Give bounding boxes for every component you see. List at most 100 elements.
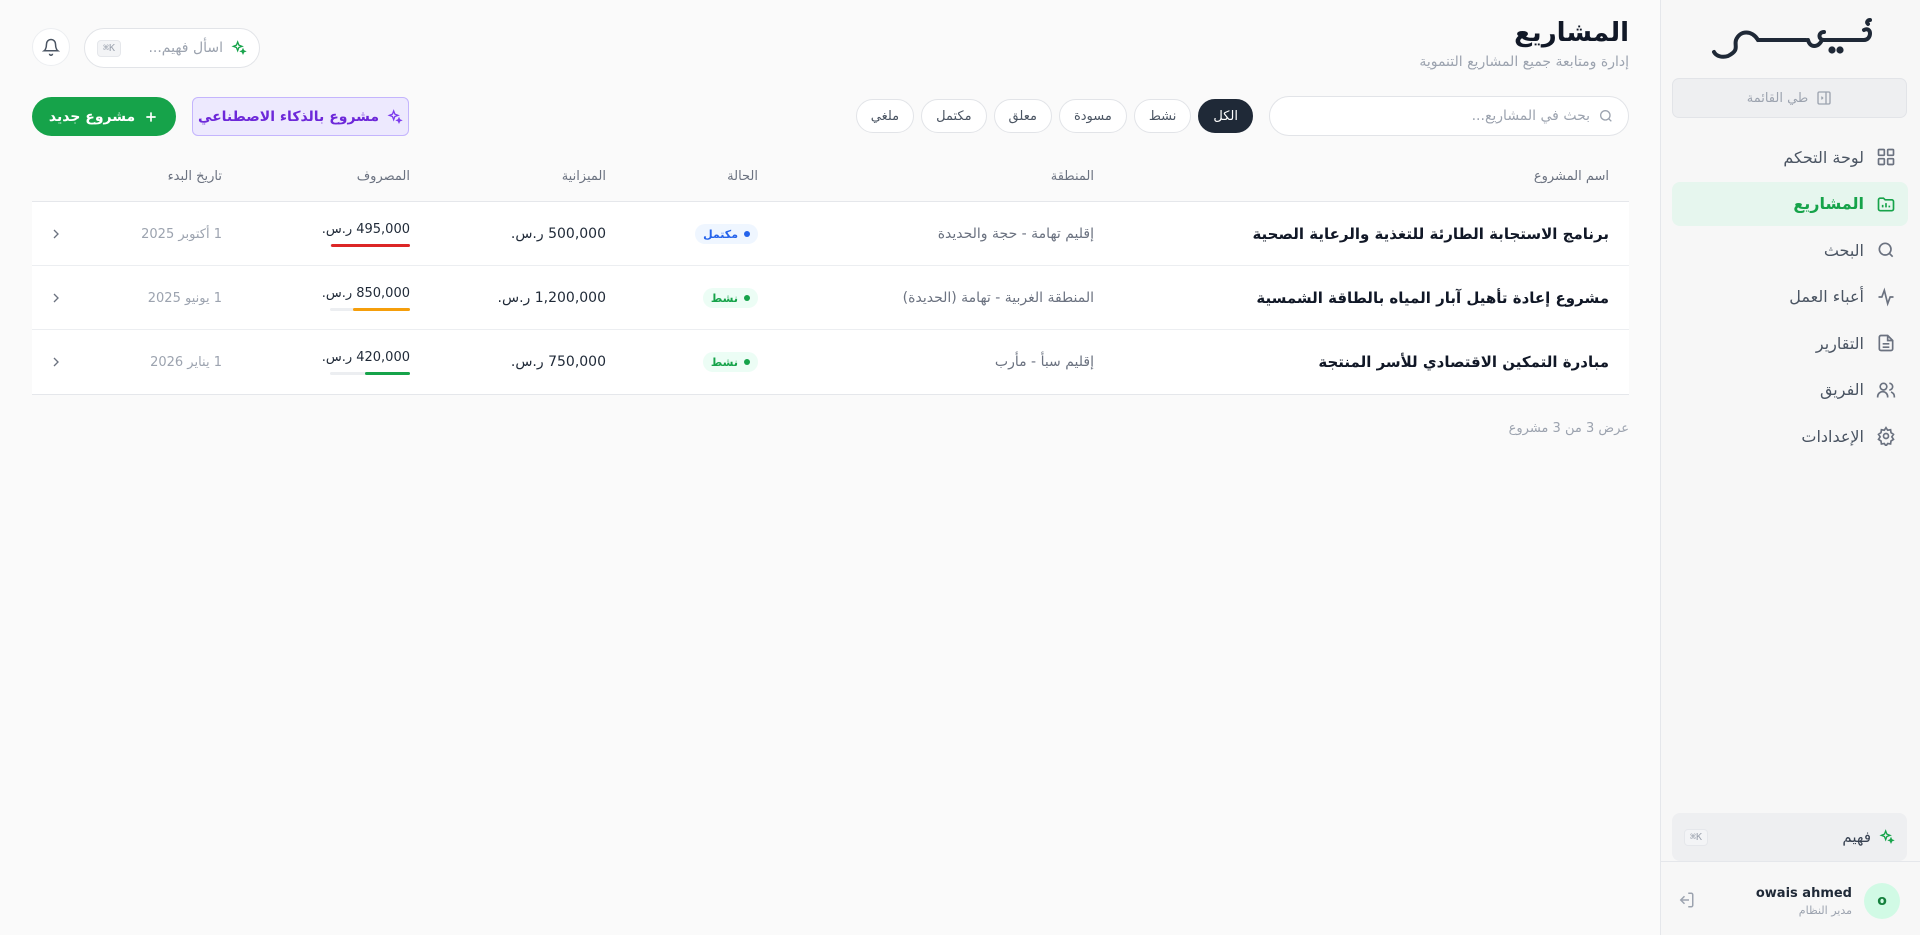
column-header-region[interactable]: المنطقة (1051, 169, 1094, 184)
spent-progress-bar (330, 307, 410, 311)
sidebar-item-label: لوحة التحكم (1783, 147, 1864, 167)
table-header: اسم المشروع المنطقة الحالة الميزانية الم… (32, 156, 1629, 202)
status-dot (744, 295, 750, 301)
sidebar-item-team[interactable]: الفريق (1672, 368, 1908, 412)
project-search-input[interactable] (1284, 108, 1590, 124)
spent-cell: 495,000 ر.س. (322, 202, 410, 266)
sparkle-icon (231, 40, 247, 56)
new-project-button[interactable]: مشروع جديد (32, 97, 176, 136)
sidebar-item-settings[interactable]: الإعدادات (1672, 414, 1908, 458)
results-count: عرض 3 من 3 مشروع (1508, 421, 1629, 436)
column-header-budget[interactable]: الميزانية (562, 169, 606, 184)
fahim-logo[interactable] (1710, 14, 1874, 64)
project-region: المنطقة الغربية - تهامة (الحديدة) (902, 290, 1094, 306)
activity-icon (1878, 287, 1894, 306)
table-row[interactable]: مشروع إعادة تأهيل آبار المياه بالطاقة ال… (32, 266, 1629, 330)
gear-icon (1877, 426, 1895, 446)
project-name[interactable]: برنامج الاستجابة الطارئة للتغذية والرعاي… (1252, 202, 1609, 266)
notifications-button[interactable] (32, 28, 70, 66)
user-role: مدير النظام (1798, 903, 1852, 917)
sidebar-item-projects[interactable]: المشاريع (1672, 181, 1908, 226)
sidebar-collapse-icon (1817, 91, 1831, 105)
chevron-left-icon (53, 293, 59, 303)
ask-fahim-input[interactable]: اسأل فهيم... ⌘K (84, 28, 260, 68)
status-badge: نشط (702, 288, 758, 308)
sidebar-item-reports[interactable]: التقارير (1672, 321, 1908, 365)
spent-cell: 420,000 ر.س. (322, 330, 410, 394)
sidebar-item-dashboard[interactable]: لوحة التحكم (1672, 135, 1908, 179)
project-search (1269, 96, 1629, 136)
project-name[interactable]: مبادرة التمكين الاقتصادي للأسر المنتجة (1318, 330, 1609, 394)
collapse-sidebar-label: طي القائمة (1746, 90, 1809, 106)
status-label: مكتمل (703, 227, 738, 241)
spent-progress-fill (353, 307, 410, 311)
status-badge: نشط (702, 352, 758, 372)
project-budget: 750,000 ر.س. (510, 354, 606, 370)
sparkle-icon (387, 108, 403, 124)
folder-chart-icon (1877, 196, 1895, 211)
status-cell: مكتمل (695, 202, 758, 266)
user-info: owais ahmed مدير النظام (1756, 886, 1852, 917)
ai-project-button[interactable]: مشروع بالذكاء الاصطناعي (192, 97, 409, 136)
new-project-label: مشروع جديد (48, 108, 136, 125)
status-label: نشط (710, 291, 738, 305)
sidebar-item-label: الإعدادات (1801, 426, 1864, 446)
project-start-date: 1 أكتوبر 2025 (141, 226, 222, 242)
spent-progress-fill (365, 371, 410, 375)
sidebar-divider (1660, 861, 1920, 862)
ai-project-label: مشروع بالذكاء الاصطناعي (197, 108, 380, 125)
status-cell: نشط (702, 266, 758, 330)
avatar[interactable]: o (1864, 883, 1900, 919)
logout-icon (1679, 892, 1694, 908)
spent-progress-bar (330, 371, 410, 375)
spent-amount: 420,000 ر.س. (321, 349, 410, 365)
page-subtitle: إدارة ومتابعة جميع المشاريع التنموية (1419, 54, 1629, 70)
sidebar-item-workloads[interactable]: أعباء العمل (1672, 275, 1908, 319)
page-title: المشاريع (1514, 18, 1629, 48)
sidebar-ai-assistant-button[interactable]: فهيم ⌘K (1672, 813, 1907, 861)
grid-icon (1877, 148, 1895, 166)
status-label: نشط (710, 355, 738, 369)
row-open-button[interactable] (46, 330, 66, 394)
table-row[interactable]: برنامج الاستجابة الطارئة للتغذية والرعاي… (32, 202, 1629, 266)
bell-icon (42, 38, 60, 56)
project-region: إقليم تهامة - حجة والحديدة (937, 226, 1094, 242)
row-open-button[interactable] (46, 202, 66, 266)
filter-active[interactable]: نشط (1133, 99, 1192, 133)
column-header-status[interactable]: الحالة (727, 169, 758, 184)
status-filters: الكل نشط مسودة معلق مكتمل ملغي (855, 99, 1253, 133)
column-header-name[interactable]: اسم المشروع (1534, 169, 1609, 184)
row-open-button[interactable] (46, 266, 66, 330)
sidebar-item-label: البحث (1823, 240, 1864, 260)
filter-cancelled[interactable]: ملغي (855, 99, 915, 133)
project-budget: 500,000 ر.س. (510, 226, 606, 242)
users-icon (1876, 382, 1896, 397)
projects-table: اسم المشروع المنطقة الحالة الميزانية الم… (32, 156, 1629, 395)
status-badge: مكتمل (695, 224, 758, 244)
column-header-spent[interactable]: المصروف (357, 169, 410, 184)
filter-on-hold[interactable]: معلق (993, 99, 1052, 133)
status-cell: نشط (702, 330, 758, 394)
spent-amount: 850,000 ر.س. (321, 285, 410, 301)
sidebar-item-label: أعباء العمل (1789, 287, 1864, 306)
column-header-start-date[interactable]: تاريخ البدء (168, 169, 222, 184)
chevron-left-icon (53, 229, 59, 239)
table-row[interactable]: مبادرة التمكين الاقتصادي للأسر المنتجة إ… (32, 330, 1629, 394)
shortcut-badge: ⌘K (1684, 828, 1709, 846)
sidebar-item-search[interactable]: البحث (1672, 228, 1908, 272)
collapse-sidebar-button[interactable]: طي القائمة (1672, 78, 1907, 118)
project-start-date: 1 يونيو 2025 (147, 290, 222, 306)
table-body: برنامج الاستجابة الطارئة للتغذية والرعاي… (32, 202, 1629, 395)
sidebar-item-label: المشاريع (1793, 194, 1864, 213)
filter-completed[interactable]: مكتمل (921, 99, 987, 133)
filter-all[interactable]: الكل (1198, 99, 1253, 133)
shortcut-badge: ⌘K (97, 39, 122, 57)
filter-draft[interactable]: مسودة (1058, 99, 1127, 133)
project-name[interactable]: مشروع إعادة تأهيل آبار المياه بالطاقة ال… (1256, 266, 1609, 330)
status-dot (744, 231, 750, 237)
sidebar-item-label: التقارير (1815, 333, 1864, 353)
search-icon (1878, 242, 1894, 258)
spent-progress-bar (330, 243, 410, 247)
chevron-left-icon (53, 357, 59, 367)
logout-button[interactable] (1675, 891, 1695, 911)
